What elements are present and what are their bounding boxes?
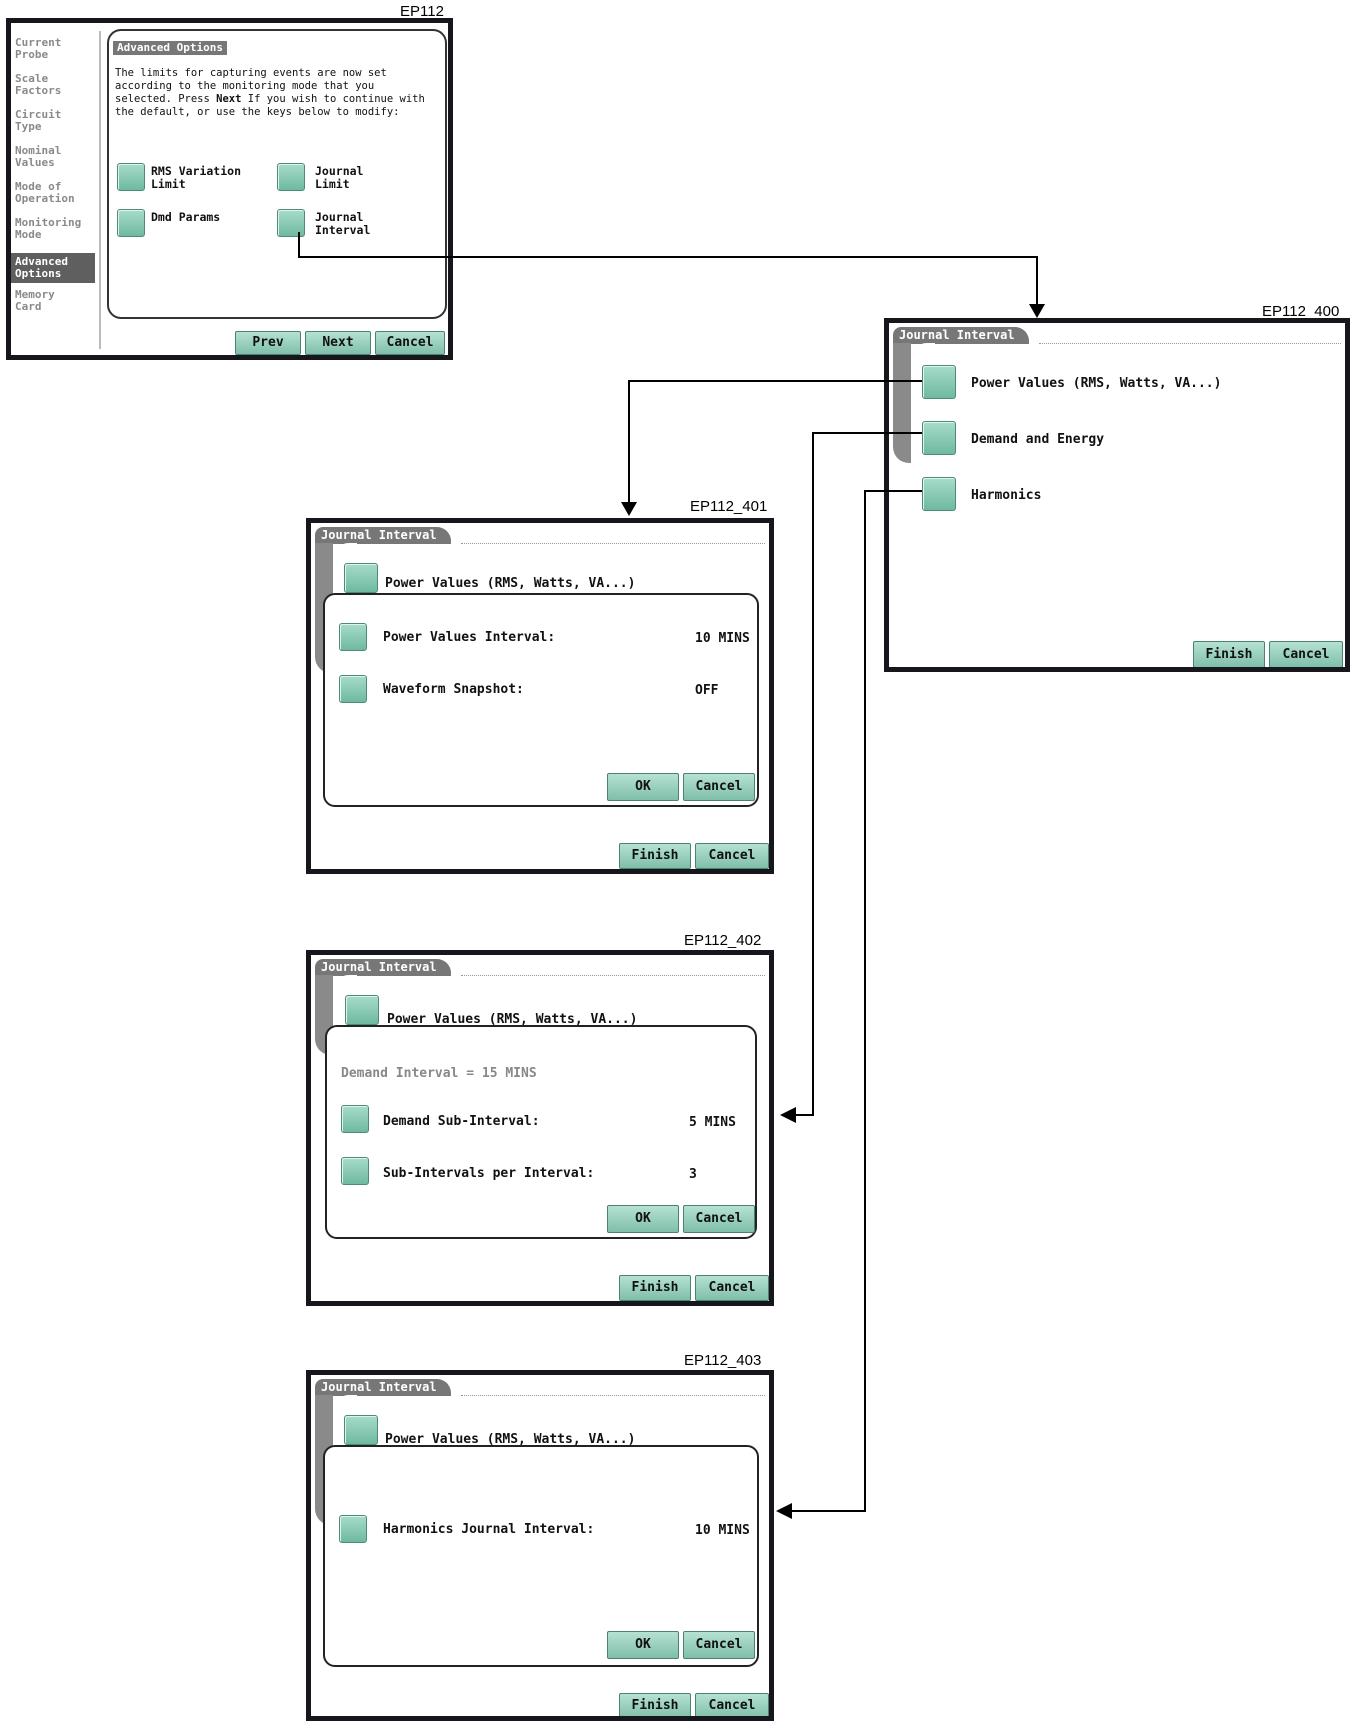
connector-line (864, 490, 866, 1512)
connector-line (1036, 256, 1038, 304)
journal-interval-tab: Journal Interval (893, 327, 1029, 344)
setup-nav: Current Probe Scale Factors Circuit Type… (11, 31, 101, 349)
nav-mode-of-operation[interactable]: Mode of Operation (11, 181, 95, 211)
harmonics-button[interactable] (922, 477, 956, 511)
cancel-button[interactable]: Cancel (1269, 641, 1343, 667)
connector-line (628, 380, 630, 504)
ok-button[interactable]: OK (607, 773, 679, 801)
cancel-button[interactable]: Cancel (695, 1693, 769, 1716)
power-values-label: Power Values (RMS, Watts, VA...) (385, 576, 636, 591)
waveform-snapshot-button[interactable] (339, 675, 367, 703)
journal-interval-tab: Journal Interval (315, 1379, 451, 1396)
harmonics-journal-interval-value: 10 MINS (695, 1523, 750, 1538)
finish-button[interactable]: Finish (619, 1693, 691, 1716)
power-values-interval-label: Power Values Interval: (383, 630, 556, 645)
nav-nominal-values[interactable]: Nominal Values (11, 145, 95, 175)
journal-interval-button[interactable] (277, 209, 305, 237)
finish-button[interactable]: Finish (619, 1275, 691, 1301)
journal-limit-button[interactable] (277, 163, 305, 191)
sub-intervals-per-interval-label: Sub-Intervals per Interval: (383, 1166, 595, 1181)
panel-title: Advanced Options (113, 41, 227, 55)
finish-button[interactable]: Finish (1193, 641, 1265, 667)
nav-monitoring-mode[interactable]: Monitoring Mode (11, 217, 95, 247)
power-values-label: Power Values (RMS, Watts, VA...) (971, 376, 1222, 391)
nav-scale-factors[interactable]: Scale Factors (11, 73, 95, 103)
screen-ep112-402: Journal Interval Power Values (RMS, Watt… (306, 950, 774, 1306)
power-values-button[interactable] (344, 1415, 378, 1445)
cancel-button[interactable]: Cancel (695, 843, 769, 869)
popup-cancel-button[interactable]: Cancel (683, 1205, 755, 1233)
sub-intervals-per-interval-value: 3 (689, 1167, 697, 1182)
dmd-params-label: Dmd Params (151, 210, 221, 224)
harmonics-journal-interval-label: Harmonics Journal Interval: (383, 1522, 595, 1537)
panel-description: The limits for capturing events are now … (115, 67, 425, 118)
nav-circuit-type[interactable]: Circuit Type (11, 109, 95, 139)
cancel-button[interactable]: Cancel (375, 331, 445, 355)
power-values-button[interactable] (345, 995, 379, 1025)
screen-id-label: EP112_401 (690, 498, 768, 515)
connector-line (298, 232, 300, 258)
demand-interval-info: Demand Interval = 15 MINS (341, 1066, 537, 1081)
connector-line (812, 432, 922, 434)
screen-id-label: EP112_403 (684, 1352, 762, 1369)
waveform-snapshot-value: OFF (695, 683, 719, 698)
power-values-interval-button[interactable] (339, 623, 367, 651)
power-values-popup: Power Values Interval: 10 MINS Waveform … (323, 593, 759, 807)
screen-ep112-401: Journal Interval Power Values (RMS, Watt… (306, 518, 774, 874)
harmonics-popup: Harmonics Journal Interval: 10 MINS OK C… (323, 1445, 759, 1667)
connector-line (796, 1114, 814, 1116)
screen-ep112: Current Probe Scale Factors Circuit Type… (6, 18, 453, 360)
demand-and-energy-label: Demand and Energy (971, 432, 1105, 447)
demand-and-energy-button[interactable] (922, 421, 956, 455)
next-button[interactable]: Next (305, 331, 371, 355)
screen-ep112-403: Journal Interval Power Values (RMS, Watt… (306, 1370, 774, 1721)
connector-line (864, 490, 922, 492)
waveform-snapshot-label: Waveform Snapshot: (383, 682, 524, 697)
power-values-button[interactable] (922, 365, 956, 399)
power-values-button[interactable] (344, 563, 378, 593)
sub-intervals-per-interval-button[interactable] (341, 1157, 369, 1185)
cancel-button[interactable]: Cancel (695, 1275, 769, 1301)
demand-popup: Demand Interval = 15 MINS Demand Sub-Int… (325, 1025, 757, 1239)
connector-line (298, 256, 1038, 258)
connector-line (812, 432, 814, 1116)
popup-cancel-button[interactable]: Cancel (683, 773, 755, 801)
connector-line (792, 1510, 866, 1512)
rms-variation-limit-button[interactable] (117, 163, 145, 191)
screen-id-label: EP112_402 (684, 932, 762, 949)
screen-ep112-400: Journal Interval Power Values (RMS, Watt… (884, 318, 1350, 672)
prev-button[interactable]: Prev (235, 331, 301, 355)
popup-cancel-button[interactable]: Cancel (683, 1631, 755, 1659)
journal-limit-label: Journal Limit (315, 164, 364, 191)
finish-button[interactable]: Finish (619, 843, 691, 869)
rms-variation-limit-label: RMS Variation Limit (151, 164, 242, 191)
dmd-params-button[interactable] (117, 209, 145, 237)
ok-button[interactable]: OK (607, 1205, 679, 1233)
arrow-left-icon (780, 1107, 796, 1123)
harmonics-journal-interval-button[interactable] (339, 1515, 367, 1543)
journal-interval-tab: Journal Interval (315, 527, 451, 544)
demand-sub-interval-button[interactable] (341, 1105, 369, 1133)
ok-button[interactable]: OK (607, 1631, 679, 1659)
nav-current-probe[interactable]: Current Probe (11, 37, 95, 67)
arrow-down-icon (1029, 304, 1045, 318)
demand-sub-interval-value: 5 MINS (689, 1115, 736, 1130)
arrow-left-icon (776, 1503, 792, 1519)
advanced-options-panel: Advanced Options The limits for capturin… (107, 29, 447, 319)
nav-memory-card[interactable]: Memory Card (11, 289, 95, 319)
power-values-interval-value: 10 MINS (695, 631, 750, 646)
nav-advanced-options[interactable]: Advanced Options (11, 253, 95, 283)
demand-sub-interval-label: Demand Sub-Interval: (383, 1114, 540, 1129)
connector-line (628, 380, 922, 382)
journal-interval-tab: Journal Interval (315, 959, 451, 976)
harmonics-label: Harmonics (971, 488, 1042, 503)
journal-interval-label: Journal Interval (315, 210, 371, 237)
arrow-down-icon (621, 502, 637, 516)
